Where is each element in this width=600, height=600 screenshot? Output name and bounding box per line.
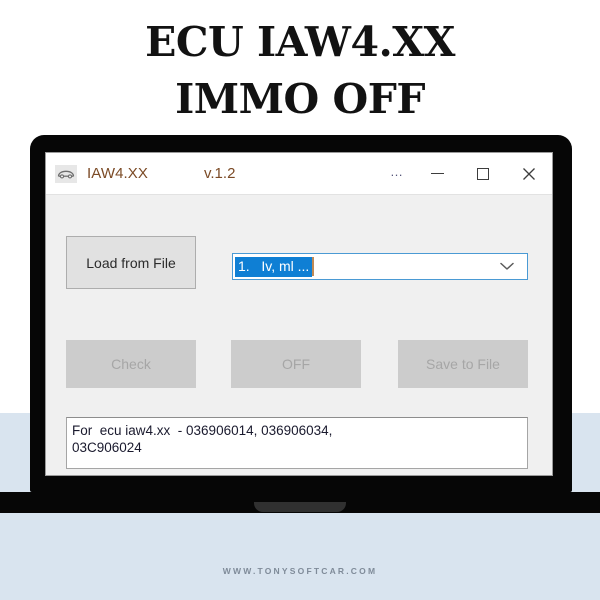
- text-caret: [312, 257, 315, 276]
- log-text: For ecu iaw4.xx - 036906014, 036906034, …: [72, 423, 333, 455]
- off-button[interactable]: OFF: [231, 340, 361, 388]
- page-title-line-2: IMMO OFF: [175, 75, 425, 123]
- load-from-file-button[interactable]: Load from File: [66, 236, 196, 289]
- window-controls: …: [380, 153, 552, 194]
- footer-url: WWW.TONYSOFTCAR.COM: [222, 566, 378, 576]
- maximize-icon[interactable]: [460, 153, 506, 194]
- app-window: IAW4.XX v.1.2 … Load from File 1. Iv, ml…: [45, 152, 553, 476]
- page-title: ECU IAW4.XX IMMO OFF: [0, 14, 600, 128]
- save-to-file-button[interactable]: Save to File: [398, 340, 528, 388]
- window-title-text: IAW4.XX: [87, 165, 148, 182]
- check-button[interactable]: Check: [66, 340, 196, 388]
- chevron-down-icon[interactable]: [500, 262, 514, 271]
- page-root: ECU IAW4.XX IMMO OFF IAW4.XX v.1.2 … Loa…: [0, 0, 600, 600]
- page-title-line-1: ECU IAW4.XX: [145, 18, 455, 66]
- ecu-select-combobox[interactable]: 1. Iv, ml ...: [232, 253, 528, 280]
- car-icon: [55, 164, 77, 183]
- window-client-area: Load from File 1. Iv, ml ... Check OFF S…: [46, 195, 552, 475]
- laptop-trackpad-notch: [254, 502, 346, 512]
- laptop-screen-frame: IAW4.XX v.1.2 … Load from File 1. Iv, ml…: [30, 135, 572, 492]
- window-title-bar[interactable]: IAW4.XX v.1.2 …: [46, 153, 552, 195]
- more-options-button[interactable]: …: [380, 153, 414, 197]
- log-textarea[interactable]: For ecu iaw4.xx - 036906014, 036906034, …: [66, 417, 528, 469]
- close-icon[interactable]: [506, 153, 552, 194]
- ecu-select-value: 1. Iv, ml ...: [235, 256, 313, 277]
- minimize-icon[interactable]: [414, 153, 460, 194]
- window-version-text: v.1.2: [204, 165, 236, 182]
